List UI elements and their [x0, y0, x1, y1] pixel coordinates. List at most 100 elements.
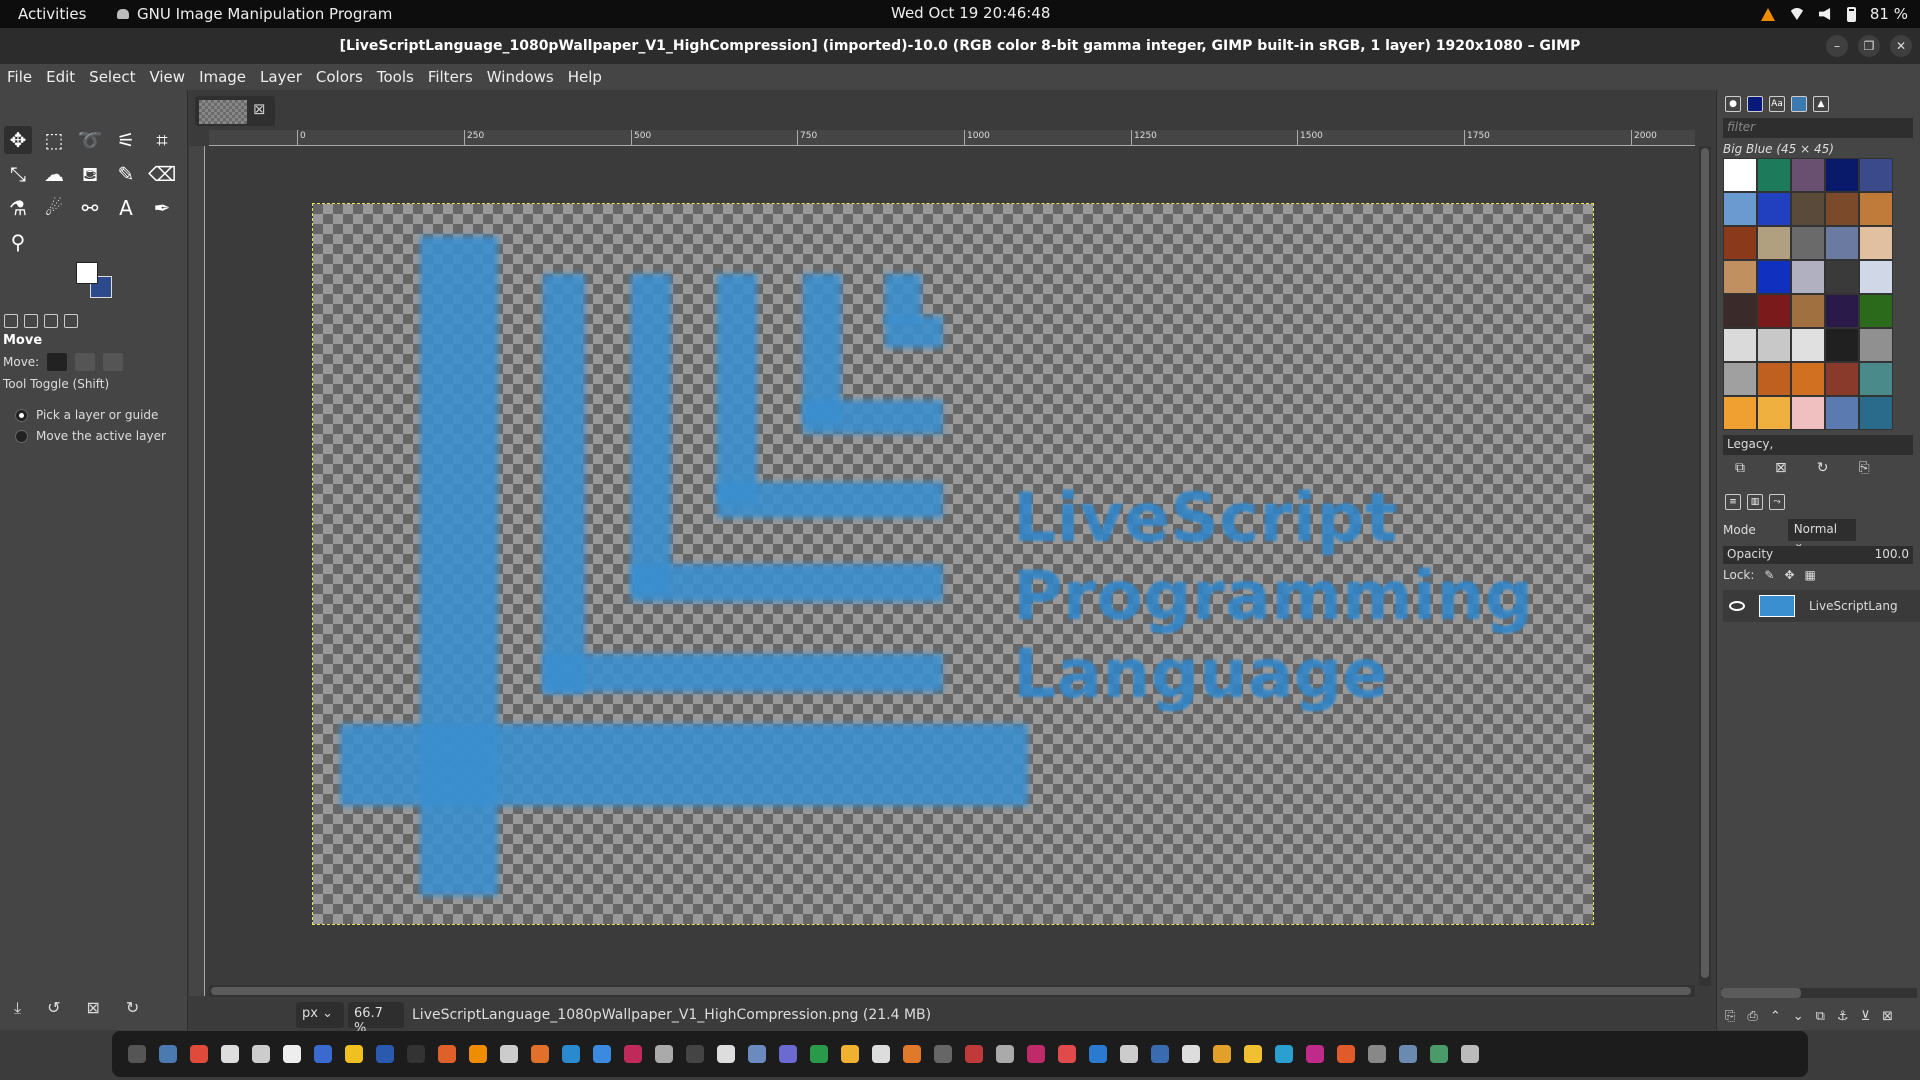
show-apps-icon[interactable] — [1461, 1045, 1479, 1063]
menu-view[interactable]: View — [142, 68, 192, 86]
pattern-swatch[interactable] — [1825, 260, 1859, 294]
dynamics-tab-icon[interactable]: ▲ — [1813, 96, 1829, 112]
image-canvas[interactable]: LiveScript Programming Language — [312, 203, 1594, 925]
dock-app-icon[interactable] — [1182, 1045, 1200, 1063]
dock-app-icon[interactable] — [314, 1045, 332, 1063]
zoom-tool-icon[interactable]: ⚲ — [4, 228, 32, 256]
dock-app-icon[interactable] — [996, 1045, 1014, 1063]
dock-app-icon[interactable] — [190, 1045, 208, 1063]
restore-preset-icon[interactable]: ↺ — [47, 998, 60, 1018]
dock-app-icon[interactable] — [1058, 1045, 1076, 1063]
zoom-select[interactable]: 66.7 % — [348, 1002, 404, 1036]
menu-layer[interactable]: Layer — [253, 68, 309, 86]
dock-app-icon[interactable] — [1430, 1045, 1448, 1063]
dock-app-icon[interactable] — [717, 1045, 735, 1063]
pattern-swatch[interactable] — [1723, 396, 1757, 430]
pattern-swatch[interactable] — [1825, 328, 1859, 362]
color-picker-tool-icon[interactable]: ✒ — [148, 194, 176, 222]
lower-layer-icon[interactable]: ⌄ — [1793, 1009, 1804, 1024]
layers-hscroll-thumb[interactable] — [1721, 988, 1801, 998]
fonts-tab-icon[interactable]: Aa — [1769, 96, 1785, 112]
pattern-swatch[interactable] — [1791, 226, 1825, 260]
move-tool-icon[interactable]: ✥ — [4, 126, 32, 154]
pattern-swatch[interactable] — [1859, 396, 1893, 430]
horizontal-ruler[interactable]: 0 250 500 750 1000 1250 1500 1750 2000 — [209, 130, 1695, 146]
dock-app-icon[interactable] — [655, 1045, 673, 1063]
paths-tool-icon[interactable]: ⚯ — [76, 194, 104, 222]
foreground-color-swatch[interactable] — [76, 262, 98, 284]
pattern-swatch[interactable] — [1757, 226, 1791, 260]
dock-app-icon[interactable] — [810, 1045, 828, 1063]
new-layer-icon[interactable]: ⎘ — [1725, 1009, 1735, 1024]
menu-select[interactable]: Select — [82, 68, 142, 86]
clock[interactable]: Wed Oct 19 20:46:48 — [891, 4, 1050, 22]
pattern-swatch[interactable] — [1791, 260, 1825, 294]
lasso-tool-icon[interactable]: ➰ — [76, 126, 104, 154]
patterns-tab-icon[interactable] — [1747, 96, 1763, 112]
radio-pick-layer-dot[interactable] — [15, 408, 28, 422]
delete-pattern-icon[interactable]: ⊠ — [1775, 460, 1787, 476]
lock-alpha-icon[interactable]: ▦ — [1805, 568, 1816, 582]
pattern-swatch[interactable] — [1757, 396, 1791, 430]
reset-icon[interactable]: ↻ — [126, 998, 139, 1018]
dock-app-icon[interactable] — [252, 1045, 270, 1063]
pattern-swatch[interactable] — [1859, 158, 1893, 192]
pattern-swatch[interactable] — [1859, 226, 1893, 260]
menu-help[interactable]: Help — [561, 68, 609, 86]
dock-app-icon[interactable] — [748, 1045, 766, 1063]
anchor-layer-icon[interactable]: ⚓ — [1837, 1009, 1849, 1024]
dock-app-icon[interactable] — [1027, 1045, 1045, 1063]
dock-app-icon[interactable] — [159, 1045, 177, 1063]
move-selection-icon[interactable] — [75, 353, 96, 371]
paths-tab-icon[interactable]: ⤳ — [1769, 494, 1785, 510]
rect-select-tool-icon[interactable]: ⬚ — [40, 126, 68, 154]
minimize-button[interactable]: – — [1826, 35, 1848, 57]
delete-layer-icon[interactable]: ⊠ — [1882, 1009, 1893, 1024]
smudge-tool-icon[interactable]: ☄ — [40, 194, 68, 222]
device-status-tab-icon[interactable] — [24, 314, 38, 328]
activities-button[interactable]: Activities — [18, 5, 86, 23]
pattern-swatch[interactable] — [1791, 362, 1825, 396]
pattern-swatch[interactable] — [1859, 328, 1893, 362]
pattern-swatch[interactable] — [1825, 226, 1859, 260]
lock-position-icon[interactable]: ✥ — [1784, 568, 1794, 582]
delete-preset-icon[interactable]: ⊠ — [86, 998, 99, 1018]
pattern-swatch[interactable] — [1791, 158, 1825, 192]
vertical-scroll-thumb[interactable] — [1701, 148, 1709, 978]
new-group-icon[interactable]: ⎙ — [1747, 1009, 1757, 1024]
dock-app-icon[interactable] — [500, 1045, 518, 1063]
dock-app-icon[interactable] — [1306, 1045, 1324, 1063]
dock-app-icon[interactable] — [1151, 1045, 1169, 1063]
fuzzy-select-tool-icon[interactable]: ⚟ — [112, 126, 140, 154]
crop-tool-icon[interactable]: ⌗ — [148, 126, 176, 154]
menu-tools[interactable]: Tools — [370, 68, 421, 86]
pattern-swatch[interactable] — [1723, 328, 1757, 362]
app-menu[interactable]: GNU Image Manipulation Program — [117, 5, 392, 23]
dock-app-icon[interactable] — [1337, 1045, 1355, 1063]
dock-app-icon[interactable] — [469, 1045, 487, 1063]
dock-app-icon[interactable] — [686, 1045, 704, 1063]
merge-layer-icon[interactable]: ⊻ — [1861, 1009, 1871, 1024]
dock-app-icon[interactable] — [1275, 1045, 1293, 1063]
layers-hscroll[interactable] — [1721, 988, 1917, 998]
pattern-swatch[interactable] — [1757, 362, 1791, 396]
menu-edit[interactable]: Edit — [39, 68, 82, 86]
clone-tool-icon[interactable]: ⚗ — [4, 194, 32, 222]
undo-history-tab-icon[interactable] — [44, 314, 58, 328]
pattern-swatch[interactable] — [1723, 226, 1757, 260]
pattern-swatch[interactable] — [1757, 260, 1791, 294]
vertical-ruler[interactable] — [189, 146, 205, 996]
pattern-swatch[interactable] — [1791, 192, 1825, 226]
pattern-swatch[interactable] — [1859, 192, 1893, 226]
maximize-button[interactable]: ❐ — [1858, 35, 1880, 57]
dock-app-icon[interactable] — [965, 1045, 983, 1063]
opacity-slider[interactable]: Opacity 100.0 — [1723, 546, 1913, 564]
bucket-fill-tool-icon[interactable]: ⛾ — [76, 160, 104, 188]
lock-pixels-icon[interactable]: ✎ — [1764, 568, 1774, 582]
menu-colors[interactable]: Colors — [309, 68, 370, 86]
pattern-swatch[interactable] — [1723, 294, 1757, 328]
eraser-tool-icon[interactable]: ⌫ — [148, 160, 176, 188]
text-tool-icon[interactable]: A — [112, 194, 140, 222]
brushes-tab-icon[interactable]: ● — [1725, 96, 1741, 112]
duplicate-pattern-icon[interactable]: ⧉ — [1735, 460, 1745, 476]
